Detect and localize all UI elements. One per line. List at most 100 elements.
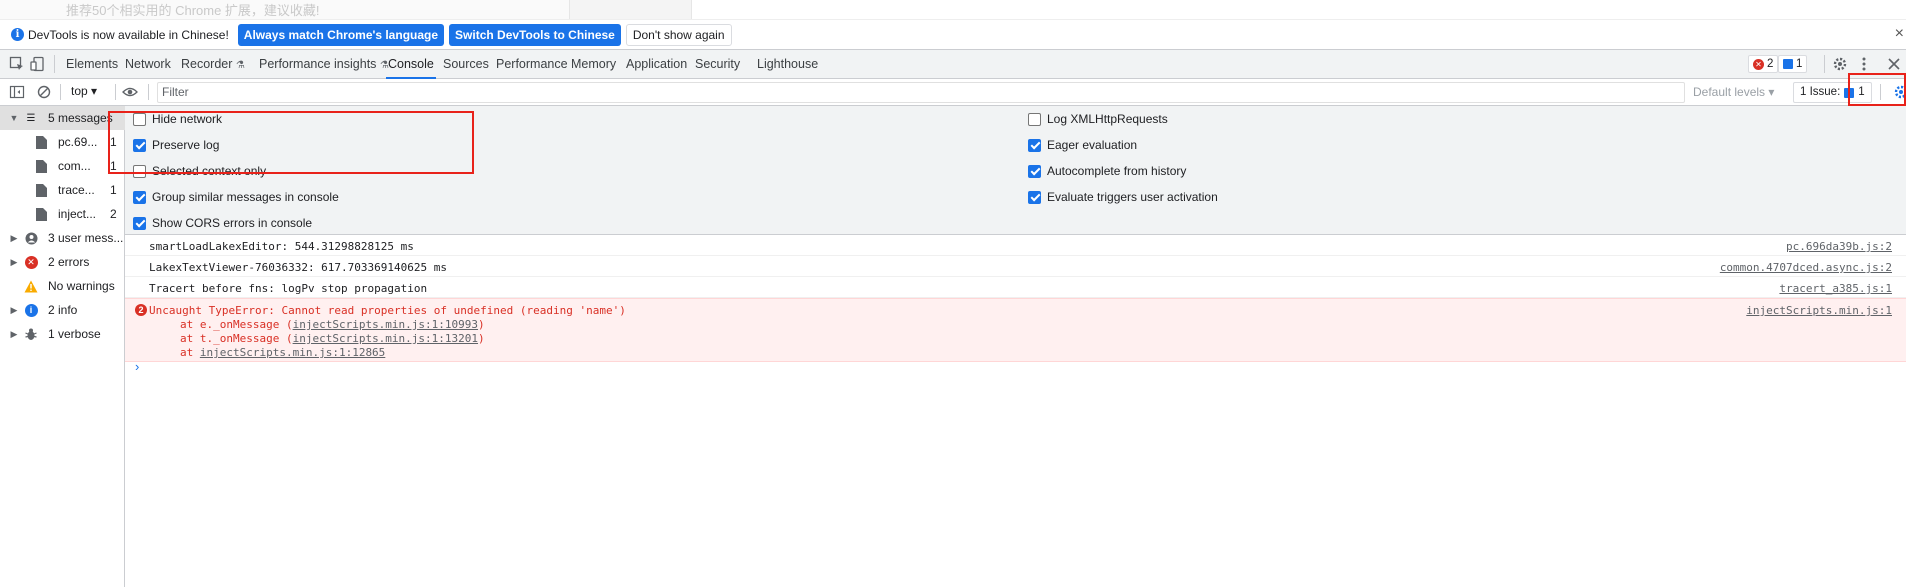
expand-arrow-icon: ▶ (10, 304, 18, 315)
highlight-box (108, 111, 474, 174)
experiment-flask-icon: ⚗ (235, 60, 245, 71)
more-options-icon[interactable] (1856, 56, 1872, 72)
file-icon (34, 207, 48, 221)
live-expression-eye-icon[interactable] (122, 84, 138, 100)
tab-network[interactable]: Network (123, 50, 173, 79)
log-xhr-option[interactable]: Log XMLHttpRequests (1028, 112, 1168, 126)
log-source-link[interactable]: common.4707dced.async.js:2 (1720, 261, 1892, 274)
tab-application[interactable]: Application (624, 50, 689, 79)
log-source-link[interactable]: pc.696da39b.js:2 (1786, 240, 1892, 253)
show-cors-option[interactable]: Show CORS errors in console (133, 216, 312, 230)
autocomplete-option[interactable]: Autocomplete from history (1028, 164, 1186, 178)
eager-eval-option[interactable]: Eager evaluation (1028, 138, 1137, 152)
sidebar-item-label: trace... (58, 183, 95, 197)
log-row: Tracert before fns: logPv stop propagati… (125, 277, 1906, 298)
group-similar-checkbox[interactable] (133, 190, 146, 204)
close-icon[interactable]: × (1895, 25, 1904, 43)
filter-input[interactable]: Filter (157, 82, 1685, 103)
expand-arrow-icon: ▶ (10, 232, 18, 243)
sidebar-item-messages[interactable]: ▼ ☰ 5 messages (0, 106, 125, 130)
option-label: Eager evaluation (1047, 138, 1138, 152)
stack-frame: at t._onMessage (injectScripts.min.js:1:… (180, 332, 485, 345)
group-similar-option[interactable]: Group similar messages in console (133, 190, 339, 204)
issue-flag-icon (1783, 59, 1793, 69)
toolbar-divider (1824, 55, 1825, 73)
stack-frame: at injectScripts.min.js:1:12865 (180, 346, 385, 359)
sidebar-item-file[interactable]: inject... 2 (0, 202, 125, 226)
info-icon: i (11, 28, 24, 41)
list-icon: ☰ (26, 112, 36, 124)
eager-eval-checkbox[interactable] (1028, 138, 1041, 152)
show-cors-checkbox[interactable] (133, 216, 146, 230)
context-selector[interactable]: top ▾ (71, 84, 97, 98)
error-message: Uncaught TypeError: Cannot read properti… (149, 304, 626, 317)
sidebar-item-file[interactable]: trace... 1 (0, 178, 125, 202)
sidebar-item-file[interactable]: pc.69... 1 (0, 130, 125, 154)
log-source-link[interactable]: tracert_a385.js:1 (1779, 282, 1892, 295)
log-row: smartLoadLakexEditor: 544.31298828125 ms… (125, 235, 1906, 256)
stack-frame-link[interactable]: injectScripts.min.js:1:13201 (293, 332, 478, 345)
inspect-element-icon[interactable] (9, 56, 25, 72)
sidebar-item-user-messages[interactable]: ▶ 3 user mess... (0, 226, 125, 250)
sidebar-item-label: 5 messages (48, 111, 113, 125)
sidebar-toggle-icon[interactable] (9, 84, 25, 100)
sidebar-item-label: inject... (58, 207, 97, 221)
tab-console[interactable]: Console (386, 50, 436, 79)
infobar-message: DevTools is now available in Chinese! (28, 27, 229, 42)
tab-performance-insights[interactable]: Performance insights ⚗ (257, 50, 391, 79)
tab-elements[interactable]: Elements (64, 50, 120, 79)
close-devtools-icon[interactable] (1886, 56, 1902, 72)
error-source-link[interactable]: injectScripts.min.js:1 (1746, 304, 1892, 317)
expand-arrow-icon: ▶ (10, 328, 18, 339)
tab-performance[interactable]: Performance (494, 50, 570, 79)
eval-triggers-checkbox[interactable] (1028, 190, 1041, 204)
sidebar-item-label: 3 user mess... (48, 231, 124, 245)
file-icon (34, 159, 48, 173)
console-prompt[interactable]: › (135, 359, 139, 374)
sidebar-item-errors[interactable]: ▶ ✕ 2 errors (0, 250, 125, 274)
issues-label: 1 Issue: (1800, 86, 1841, 98)
sidebar-item-label: 1 verbose (48, 327, 101, 341)
stack-frame-link[interactable]: injectScripts.min.js:1:10993 (293, 318, 478, 331)
stack-frame-text: at t._onMessage ( (180, 332, 293, 345)
tab-recorder[interactable]: Recorder ⚗ (179, 50, 247, 79)
eval-triggers-option[interactable]: Evaluate triggers user activation (1028, 190, 1218, 204)
tab-recorder-label: Recorder (181, 57, 233, 71)
sidebar-item-count: 1 (110, 183, 117, 197)
toolbar-divider (54, 55, 55, 73)
language-infobar: i DevTools is now available in Chinese! … (0, 20, 1906, 50)
sidebar-item-info[interactable]: ▶ i 2 info (0, 298, 125, 322)
warning-icon (24, 279, 38, 293)
tab-sources[interactable]: Sources (441, 50, 491, 79)
switch-to-chinese-button[interactable]: Switch DevTools to Chinese (449, 23, 621, 46)
bug-icon (24, 327, 38, 341)
stack-frame-text: ) (478, 332, 485, 345)
stack-frame-link[interactable]: injectScripts.min.js:1:12865 (200, 346, 385, 359)
log-levels-dropdown[interactable]: Default levels ▾ (1693, 85, 1774, 99)
always-match-language-button[interactable]: Always match Chrome's language (237, 23, 445, 46)
dont-show-again-button[interactable]: Don't show again (625, 23, 732, 46)
log-xhr-checkbox[interactable] (1028, 112, 1041, 126)
autocomplete-checkbox[interactable] (1028, 164, 1041, 178)
tab-lighthouse[interactable]: Lighthouse (755, 50, 820, 79)
tab-security[interactable]: Security (693, 50, 742, 79)
page-block (570, 0, 692, 19)
sidebar-item-warnings[interactable]: No warnings (0, 274, 125, 298)
sidebar-item-verbose[interactable]: ▶ 1 verbose (0, 322, 125, 346)
error-icon: ✕ (24, 255, 38, 269)
device-toolbar-icon[interactable] (30, 56, 46, 72)
stack-frame-text: at e._onMessage ( (180, 318, 293, 331)
toolbar-divider (115, 84, 116, 100)
error-count-badge[interactable]: ✕ 2 (1748, 55, 1779, 73)
issue-count-badge[interactable]: 1 (1778, 55, 1808, 73)
settings-gear-icon[interactable] (1832, 56, 1848, 72)
error-icon: ✕ (1753, 58, 1764, 70)
clear-console-icon[interactable] (36, 84, 52, 100)
log-row: LakexTextViewer-76036332: 617.7033691406… (125, 256, 1906, 277)
info-icon: i (24, 303, 38, 317)
user-icon (24, 231, 38, 245)
tab-memory[interactable]: Memory (569, 50, 618, 79)
sidebar-item-file[interactable]: com... 1 (0, 154, 125, 178)
sidebar-item-label: pc.69... (58, 135, 98, 149)
file-icon (34, 183, 48, 197)
